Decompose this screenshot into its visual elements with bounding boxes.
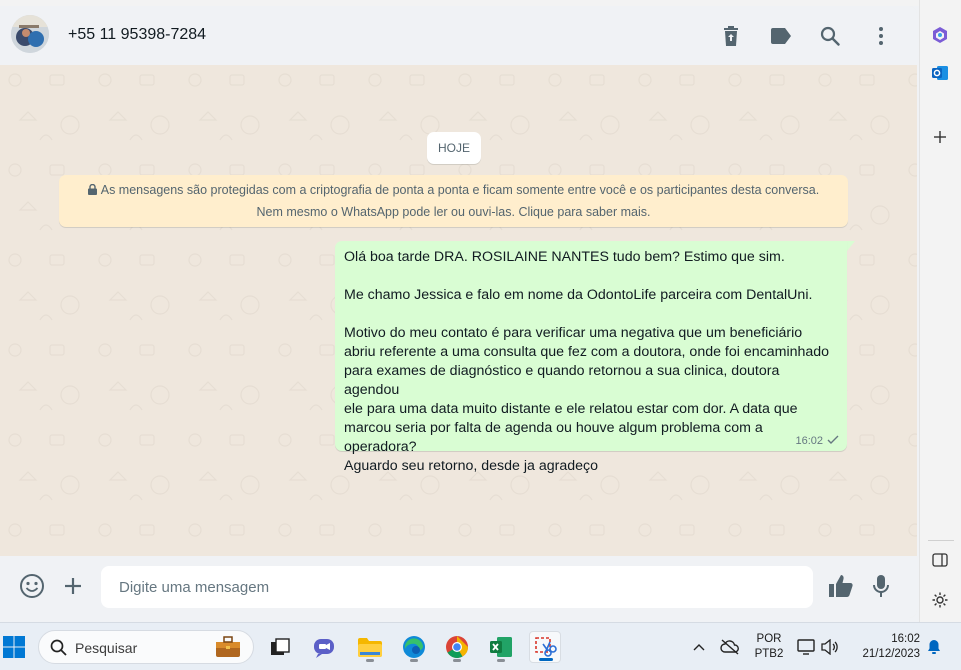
clock-date: 21/12/2023 bbox=[862, 648, 920, 660]
taskbar-clock[interactable]: 16:02 21/12/2023 bbox=[848, 632, 920, 662]
encryption-text: As mensagens são protegidas com a cripto… bbox=[100, 183, 820, 219]
notification-bell-icon[interactable] bbox=[923, 631, 945, 663]
delete-icon[interactable] bbox=[719, 24, 743, 48]
menu-icon[interactable] bbox=[869, 24, 893, 48]
clock-time: 16:02 bbox=[891, 633, 920, 645]
sidebar-toggle-icon[interactable] bbox=[929, 549, 951, 571]
message-time: 16:02 bbox=[795, 435, 823, 447]
task-view-icon[interactable] bbox=[264, 631, 296, 663]
chat-area[interactable]: HOJE As mensagens são protegidas com a c… bbox=[0, 65, 917, 556]
encryption-notice[interactable]: As mensagens são protegidas com a cripto… bbox=[59, 175, 848, 227]
microphone-icon[interactable] bbox=[867, 572, 895, 600]
message-line: Motivo do meu contato é para verificar u… bbox=[344, 325, 803, 341]
date-chip: HOJE bbox=[427, 132, 481, 164]
excel-icon[interactable] bbox=[485, 631, 517, 663]
settings-gear-icon[interactable] bbox=[929, 589, 951, 611]
outgoing-message[interactable]: Olá boa tarde DRA. ROSILAINE NANTES tudo… bbox=[335, 241, 847, 474]
thumbs-up-icon[interactable] bbox=[827, 572, 855, 600]
message-line: marcou seria por falta de agenda ou houv… bbox=[344, 420, 763, 455]
whatsapp-window: +55 11 95398-7284 HOJE As mensagens são … bbox=[0, 6, 917, 618]
message-meta: 16:02 bbox=[795, 435, 839, 447]
message-line: Aguardo seu retorno, desde ja agradeço bbox=[344, 458, 598, 474]
contact-name[interactable]: +55 11 95398-7284 bbox=[68, 26, 206, 44]
composer-bar bbox=[0, 556, 917, 618]
snipping-tool-icon[interactable] bbox=[529, 631, 561, 663]
message-line: Olá boa tarde DRA. ROSILAINE NANTES tudo… bbox=[344, 249, 785, 265]
attach-plus-icon[interactable] bbox=[59, 572, 87, 600]
emoji-icon[interactable] bbox=[18, 572, 46, 600]
single-check-icon bbox=[827, 435, 839, 447]
message-line: abriu referente a uma consulta que fez c… bbox=[344, 344, 830, 360]
outlook-icon[interactable] bbox=[929, 62, 951, 84]
language-code: POR bbox=[756, 633, 782, 645]
display-icon[interactable] bbox=[795, 631, 817, 663]
search-label: Pesquisar bbox=[75, 640, 138, 656]
file-explorer-icon[interactable] bbox=[354, 631, 386, 663]
windows-start-icon[interactable] bbox=[2, 635, 26, 659]
divider bbox=[928, 540, 954, 541]
search-icon bbox=[50, 639, 67, 661]
chevron-up-icon[interactable] bbox=[689, 631, 709, 663]
cloud-offline-icon[interactable] bbox=[717, 631, 743, 663]
browser-sidebar bbox=[919, 0, 961, 628]
message-line: ele para uma data muito distante e ele r… bbox=[344, 401, 798, 417]
chat-header[interactable]: +55 11 95398-7284 bbox=[0, 6, 917, 65]
copilot-icon[interactable] bbox=[929, 24, 951, 46]
teams-chat-icon[interactable] bbox=[308, 631, 340, 663]
volume-icon[interactable] bbox=[819, 631, 841, 663]
windows-taskbar: Pesquisar POR PTB2 16:02 21/12/2023 bbox=[0, 622, 961, 670]
label-icon[interactable] bbox=[769, 24, 793, 48]
add-icon[interactable] bbox=[929, 126, 951, 148]
lock-icon bbox=[87, 181, 97, 202]
edge-icon[interactable] bbox=[398, 631, 430, 663]
contact-avatar[interactable] bbox=[11, 15, 49, 53]
chrome-icon[interactable] bbox=[441, 631, 473, 663]
keyboard-layout: PTB2 bbox=[754, 648, 784, 660]
briefcase-icon bbox=[215, 636, 241, 663]
search-icon[interactable] bbox=[818, 24, 842, 48]
bubble-tail bbox=[847, 241, 855, 251]
input-language-label[interactable]: POR PTB2 bbox=[754, 632, 784, 662]
taskbar-search[interactable]: Pesquisar bbox=[38, 630, 254, 664]
message-line: Me chamo Jessica e falo em nome da Odont… bbox=[344, 287, 813, 303]
message-input[interactable] bbox=[101, 566, 813, 608]
message-line: para exames de diagnóstico e quando reto… bbox=[344, 363, 780, 398]
